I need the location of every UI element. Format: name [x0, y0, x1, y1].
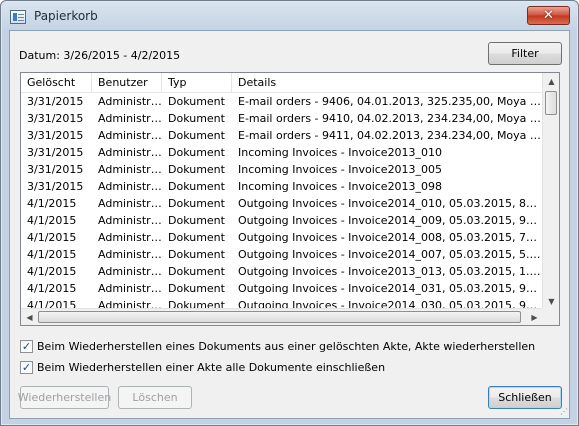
cell-user: Administrator [98, 146, 162, 159]
cell-details: E-mail orders - 9406, 04.01.2013, 325.23… [238, 95, 543, 108]
cell-type: Dokument [168, 265, 225, 278]
cell-type: Dokument [168, 146, 225, 159]
list-header: Gelöscht Benutzer Typ Details [21, 73, 543, 93]
cell-deleted-date: 4/1/2015 [27, 265, 77, 278]
restore-folder-label[interactable]: Beim Wiederherstellen eines Dokuments au… [37, 340, 535, 353]
cell-user: Administrator [98, 163, 162, 176]
dialog-window: Papierkorb ✕ Datum: 3/26/2015 - 4/2/2015… [0, 0, 579, 426]
include-documents-label[interactable]: Beim Wiederherstellen einer Akte alle Do… [37, 361, 385, 374]
cell-details: Incoming Invoices - Invoice2013_010 [238, 146, 443, 159]
table-row[interactable]: 4/1/2015 Administrator Dokument Outgoing In… [21, 280, 543, 297]
restore-button[interactable]: Wiederherstellen [18, 386, 111, 409]
cell-deleted-date: 3/31/2015 [27, 146, 84, 159]
list-rows: 3/31/2015 Administrator Dokument E-mail ord… [21, 93, 543, 310]
restore-folder-checkbox[interactable]: ✓ [20, 339, 33, 353]
include-documents-checkbox[interactable]: ✓ [20, 360, 33, 374]
filter-button[interactable]: Filter [488, 42, 562, 65]
cell-deleted-date: 3/31/2015 [27, 112, 84, 125]
cell-details: Incoming Invoices - Invoice2013_005 [238, 163, 443, 176]
cell-user: Administrator [98, 95, 162, 108]
table-row[interactable]: 3/31/2015 Administrator Dokument Incoming I… [21, 144, 543, 161]
cell-user: Administrator [98, 197, 162, 210]
cell-details: Outgoing Invoices - Invoice2014_031, 05.… [238, 282, 543, 295]
table-row[interactable]: 4/1/2015 Administrator Dokument Outgoing In… [21, 229, 543, 246]
cell-details: Outgoing Invoices - Invoice2014_007, 05.… [238, 248, 543, 261]
table-row[interactable]: 4/1/2015 Administrator Dokument Outgoing In… [21, 195, 543, 212]
vertical-scroll-thumb[interactable] [545, 91, 557, 115]
cell-deleted-date: 3/31/2015 [27, 180, 84, 193]
cell-deleted-date: 3/31/2015 [27, 163, 84, 176]
delete-button[interactable]: Löschen [118, 386, 192, 409]
cell-details: E-mail orders - 9410, 04.02.2013, 234.23… [238, 112, 543, 125]
window-app-icon [10, 10, 26, 24]
horizontal-scroll-thumb[interactable] [38, 311, 521, 323]
column-header-deleted[interactable]: Gelöscht [21, 73, 92, 93]
column-header-type[interactable]: Typ [162, 73, 232, 93]
resize-grip-icon[interactable]: ⋰ [560, 407, 568, 416]
cell-user: Administrator [98, 129, 162, 142]
table-row[interactable]: 3/31/2015 Administrator Dokument E-mail ord… [21, 127, 543, 144]
scrollbar-corner [542, 308, 559, 325]
cell-type: Dokument [168, 248, 225, 261]
table-row[interactable]: 3/31/2015 Administrator Dokument E-mail ord… [21, 93, 543, 110]
scroll-up-icon[interactable]: ▲ [543, 73, 559, 90]
cell-type: Dokument [168, 129, 225, 142]
cell-details: Outgoing Invoices - Invoice2014_010, 05.… [238, 197, 543, 210]
restore-folder-option[interactable]: ✓ Beim Wiederherstellen eines Dokuments … [20, 338, 535, 354]
cell-user: Administrator [98, 282, 162, 295]
cell-type: Dokument [168, 112, 225, 125]
cell-deleted-date: 4/1/2015 [27, 214, 77, 227]
cell-deleted-date: 4/1/2015 [27, 231, 77, 244]
cell-deleted-date: 3/31/2015 [27, 129, 84, 142]
cell-user: Administrator [98, 231, 162, 244]
title-bar[interactable]: Papierkorb ✕ [2, 2, 577, 30]
column-header-details[interactable]: Details [232, 73, 543, 93]
cell-type: Dokument [168, 180, 225, 193]
cell-deleted-date: 4/1/2015 [27, 248, 77, 261]
cell-type: Dokument [168, 214, 225, 227]
vertical-scrollbar[interactable]: ▲ ▼ [542, 73, 559, 310]
table-row[interactable]: 4/1/2015 Administrator Dokument Outgoing In… [21, 246, 543, 263]
cell-deleted-date: 3/31/2015 [27, 95, 84, 108]
scroll-right-icon[interactable]: ▶ [526, 309, 543, 325]
cell-type: Dokument [168, 163, 225, 176]
table-row[interactable]: 4/1/2015 Administrator Dokument Outgoing In… [21, 263, 543, 280]
close-button[interactable]: Schließen [488, 386, 562, 409]
table-row[interactable]: 3/31/2015 Administrator Dokument Incoming I… [21, 178, 543, 195]
date-range-label: Datum: 3/26/2015 - 4/2/2015 [19, 49, 181, 62]
include-documents-option[interactable]: ✓ Beim Wiederherstellen einer Akte alle … [20, 359, 385, 375]
column-header-user[interactable]: Benutzer [92, 73, 162, 93]
cell-type: Dokument [168, 95, 225, 108]
scroll-left-icon[interactable]: ◀ [21, 309, 38, 325]
cell-deleted-date: 4/1/2015 [27, 282, 77, 295]
cell-details: Outgoing Invoices - Invoice2013_013, 05.… [238, 265, 543, 278]
cell-details: Incoming Invoices - Invoice2013_098 [238, 180, 443, 193]
horizontal-scrollbar[interactable]: ◀ ▶ [21, 308, 543, 325]
cell-type: Dokument [168, 282, 225, 295]
cell-user: Administrator [98, 248, 162, 261]
table-row[interactable]: 4/1/2015 Administrator Dokument Outgoing In… [21, 212, 543, 229]
cell-user: Administrator [98, 112, 162, 125]
table-row[interactable]: 3/31/2015 Administrator Dokument Incoming I… [21, 161, 543, 178]
cell-details: Outgoing Invoices - Invoice2014_009, 05.… [238, 214, 543, 227]
cell-user: Administrator [98, 214, 162, 227]
cell-user: Administrator [98, 265, 162, 278]
cell-details: Outgoing Invoices - Invoice2014_008, 05.… [238, 231, 543, 244]
cell-user: Administrator [98, 180, 162, 193]
window-close-button[interactable]: ✕ [527, 6, 570, 25]
window-title: Papierkorb [34, 9, 98, 23]
cell-type: Dokument [168, 231, 225, 244]
cell-details: E-mail orders - 9411, 04.02.2013, 234.23… [238, 129, 543, 142]
table-row[interactable]: 3/31/2015 Administrator Dokument E-mail ord… [21, 110, 543, 127]
deleted-items-list[interactable]: Gelöscht Benutzer Typ Details 3/31/2015 A… [20, 72, 560, 326]
dialog-content: Datum: 3/26/2015 - 4/2/2015 Filter Gelös… [9, 30, 570, 419]
cell-deleted-date: 4/1/2015 [27, 197, 77, 210]
cell-type: Dokument [168, 197, 225, 210]
